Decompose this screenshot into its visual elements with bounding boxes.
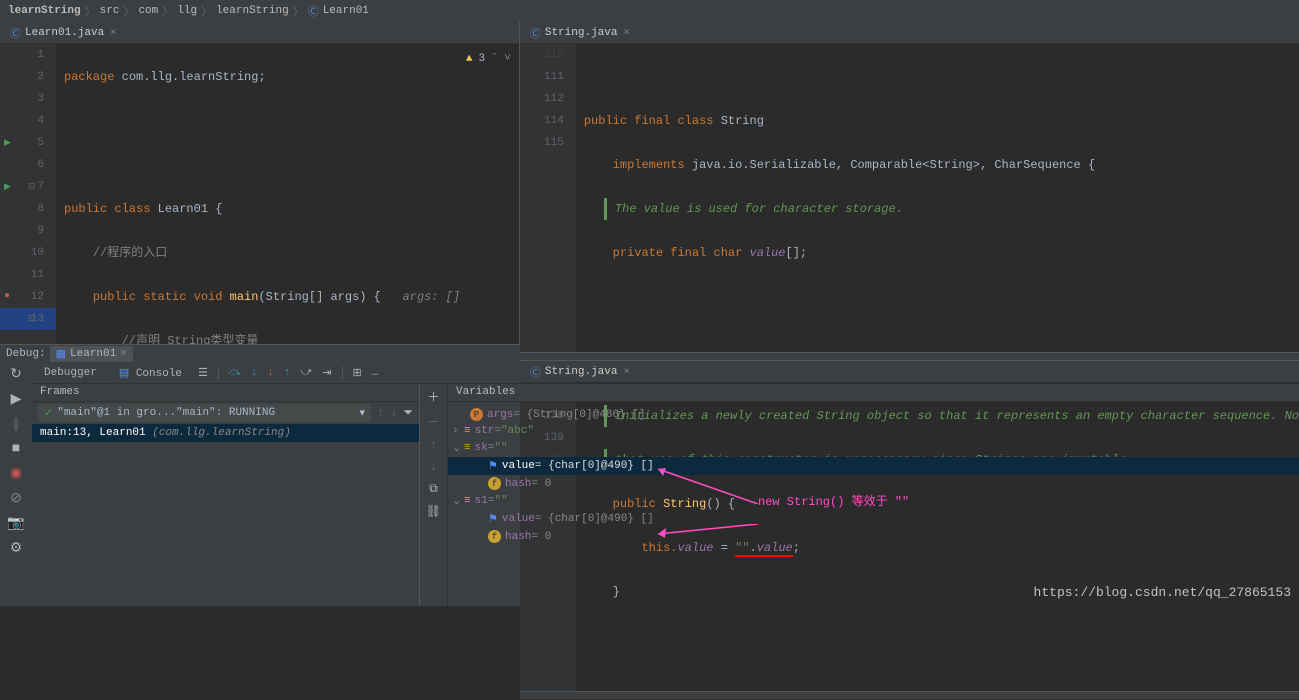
watermark: https://blog.csdn.net/qq_27865153: [1034, 585, 1291, 600]
inspection-widget[interactable]: ▲3ˆ ˅: [466, 48, 511, 70]
pause-icon[interactable]: ∥: [13, 416, 20, 433]
next-frame-icon[interactable]: ↓: [390, 406, 397, 420]
run-icon[interactable]: ▶: [4, 176, 11, 198]
step-into-icon[interactable]: ↓: [251, 367, 258, 379]
drop-frame-icon[interactable]: ⤻: [301, 367, 313, 379]
camera-icon[interactable]: 📷: [7, 515, 24, 532]
step-over-icon[interactable]: ⤼: [229, 367, 241, 379]
tab-string-top[interactable]: ⒸString.java×: [524, 23, 636, 43]
stack-frame[interactable]: main:13, Learn01 (com.llg.learnString): [32, 424, 419, 442]
tab-learn01[interactable]: ⒸLearn01.java×: [4, 23, 122, 43]
copy-icon[interactable]: ⧉: [429, 482, 438, 496]
force-step-into-icon[interactable]: ↓: [267, 367, 274, 379]
debugger-tab[interactable]: Debugger: [38, 365, 103, 381]
stop-icon[interactable]: ■: [12, 441, 20, 457]
step-out-icon[interactable]: ↑: [284, 367, 291, 379]
close-icon[interactable]: ×: [110, 28, 116, 39]
frames-header: Frames: [32, 384, 419, 402]
breadcrumb: learnString〉 src〉 com〉 llg〉 learnString〉…: [0, 0, 1299, 22]
breakpoints-icon[interactable]: ◉: [10, 465, 22, 482]
console-tab[interactable]: ▤ Console: [113, 364, 188, 382]
variables-header: Variables: [448, 384, 1299, 402]
thread-combo[interactable]: ✓"main"@1 in gro..."main": RUNNING▾: [38, 404, 371, 422]
variables-tree[interactable]: Pargs = {String[0]@486} [] ›≡str = "abc"…: [448, 402, 1299, 606]
filter-icon[interactable]: ⏷: [403, 406, 413, 420]
left-gutter: 1234 ▶5 6 ▶⊟7 891011 ●12 ⊟13: [0, 44, 56, 344]
resume-icon[interactable]: ▶: [11, 391, 22, 408]
close-icon[interactable]: ×: [623, 28, 629, 39]
down-icon[interactable]: ↓: [430, 460, 437, 474]
right-top-editor[interactable]: 110111112 114115 public final class Stri…: [520, 44, 1299, 352]
debug-sidebar: ↻ ▶ ∥ ■ ◉ ⊘ 📷 ⚙: [0, 362, 32, 606]
trace-icon[interactable]: …: [372, 367, 379, 379]
link-icon[interactable]: ⛓: [426, 504, 441, 519]
left-editor[interactable]: 1234 ▶5 6 ▶⊟7 891011 ●12 ⊟13 package com…: [0, 44, 519, 344]
run-to-cursor-icon[interactable]: ⇥: [322, 366, 331, 380]
mute-icon[interactable]: ⊘: [10, 490, 22, 507]
left-code[interactable]: package com.llg.learnString; public clas…: [56, 44, 519, 344]
breakpoint-icon[interactable]: ●: [4, 286, 10, 308]
evaluate-icon[interactable]: ⊞: [353, 366, 362, 380]
add-watch-icon[interactable]: ＋: [427, 388, 439, 405]
rerun-icon[interactable]: ↻: [10, 366, 22, 383]
remove-watch-icon[interactable]: －: [427, 413, 439, 430]
run-icon[interactable]: ▶: [4, 132, 11, 154]
debug-session-tab[interactable]: ▦Learn01×: [50, 346, 133, 362]
prev-frame-icon[interactable]: ↑: [377, 406, 384, 420]
settings-icon[interactable]: ⚙: [10, 540, 23, 557]
warning-icon: ▲: [466, 48, 473, 70]
threads-icon[interactable]: ☰: [198, 366, 208, 380]
debug-toolbar: Debugger ▤ Console ☰ ⤼ ↓ ↓ ↑ ⤻ ⇥ ⊞ …: [32, 362, 1299, 384]
left-tabbar: ⒸLearn01.java×: [0, 22, 519, 44]
up-icon[interactable]: ↑: [430, 438, 437, 452]
